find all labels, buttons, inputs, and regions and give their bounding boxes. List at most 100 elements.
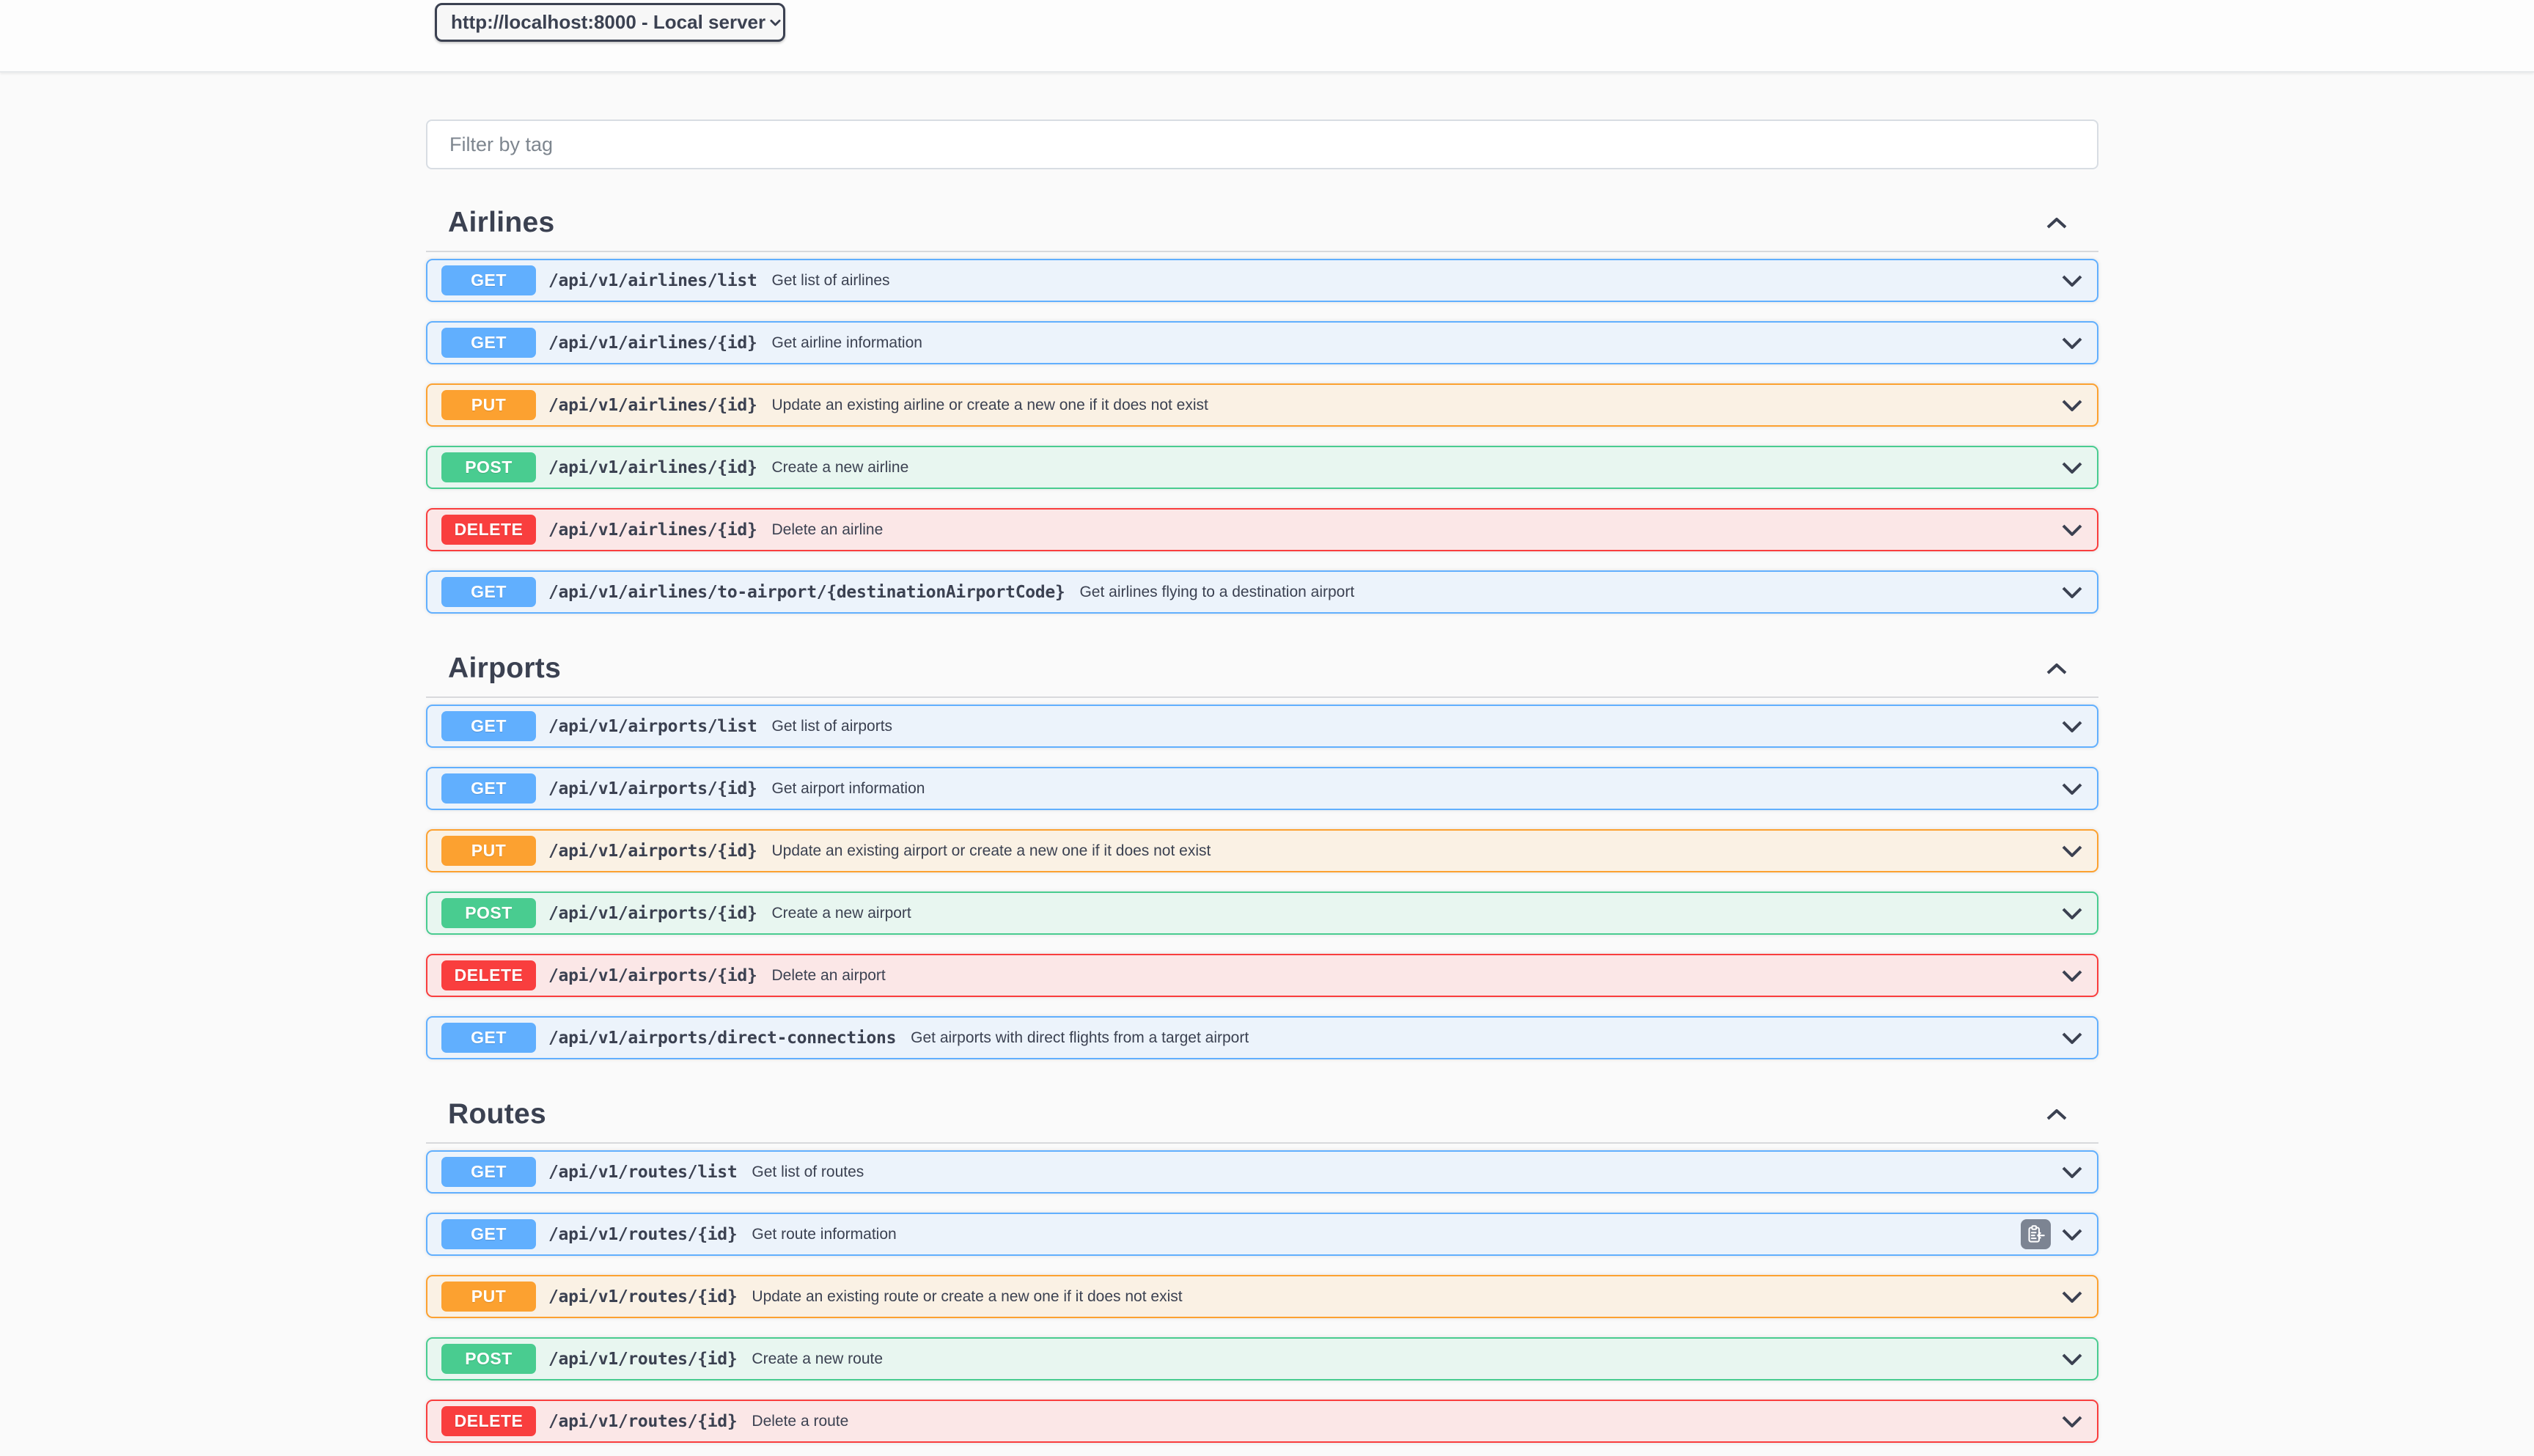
method-badge: GET [441,773,536,804]
operation-summary: Delete a route [752,1413,848,1430]
method-badge: GET [441,1023,536,1053]
operation-summary: Get airline information [772,334,922,352]
method-badge: POST [441,1344,536,1374]
operation-path: /api/v1/airlines/{id} [548,396,757,415]
operation-path: /api/v1/routes/{id} [548,1225,737,1244]
operation-path: /api/v1/airports/{id} [548,842,757,861]
operation-row[interactable]: POST /api/v1/airports/{id} Create a new … [426,891,2098,935]
method-badge: DELETE [441,515,536,545]
tag-header-routes[interactable]: Routes [426,1098,2098,1130]
operation-path: /api/v1/airlines/to-airport/{destination… [548,583,1065,602]
chevron-down-icon[interactable] [2061,460,2083,475]
operation-summary: Get list of airports [772,718,893,735]
method-badge: DELETE [441,960,536,990]
section-divider [426,1142,2098,1144]
operation-row[interactable]: GET /api/v1/airlines/to-airport/{destina… [426,570,2098,614]
operation-row[interactable]: POST /api/v1/airlines/{id} Create a new … [426,446,2098,489]
chevron-down-icon[interactable] [2061,844,2083,858]
server-select[interactable]: http://localhost:8000 - Local server [435,3,785,42]
operation-summary: Create a new route [752,1350,883,1368]
method-badge: PUT [441,390,536,420]
tag-title: Routes [448,1098,546,1130]
method-badge: GET [441,1219,536,1249]
tag-title: Airlines [448,207,554,239]
operation-summary: Get list of routes [752,1163,864,1181]
operation-row[interactable]: PUT /api/v1/airports/{id} Update an exis… [426,829,2098,872]
operations-wrapper: Airlines GET /api/v1/airlines/list Get l… [426,120,2098,1443]
chevron-down-icon[interactable] [2061,273,2083,288]
operation-row[interactable]: PUT /api/v1/airlines/{id} Update an exis… [426,383,2098,427]
chevron-down-icon[interactable] [2061,398,2083,413]
chevron-up-icon[interactable] [2046,216,2068,229]
scheme-container: http://localhost:8000 - Local server [0,0,2534,73]
operation-path: /api/v1/airports/{id} [548,904,757,923]
operation-row[interactable]: GET /api/v1/routes/list Get list of rout… [426,1150,2098,1194]
method-badge: GET [441,577,536,607]
chevron-down-icon[interactable] [2061,719,2083,734]
operation-path: /api/v1/airports/list [548,717,757,736]
method-badge: GET [441,265,536,295]
operation-path: /api/v1/routes/{id} [548,1350,737,1369]
filter-by-tag-input[interactable] [426,120,2098,169]
operation-path: /api/v1/airlines/{id} [548,334,757,353]
operation-path: /api/v1/airlines/{id} [548,521,757,540]
chevron-down-icon[interactable] [2061,782,2083,796]
operation-row[interactable]: POST /api/v1/routes/{id} Create a new ro… [426,1337,2098,1380]
chevron-down-icon [765,12,785,32]
chevron-down-icon[interactable] [2061,585,2083,600]
chevron-down-icon[interactable] [2061,523,2083,537]
operation-summary: Get route information [752,1226,896,1243]
tag-title: Airports [448,652,561,685]
operation-path: /api/v1/airports/{id} [548,779,757,798]
operation-summary: Get airport information [772,780,925,798]
operation-summary: Create a new airport [772,905,911,922]
operation-path: /api/v1/routes/{id} [548,1287,737,1306]
operation-path: /api/v1/airports/direct-connections [548,1029,896,1048]
chevron-up-icon[interactable] [2046,662,2068,675]
operation-summary: Update an existing airline or create a n… [772,397,1208,414]
operation-row[interactable]: GET /api/v1/airports/list Get list of ai… [426,705,2098,748]
section-divider [426,696,2098,698]
operation-summary: Update an existing route or create a new… [752,1288,1182,1306]
operation-row[interactable]: GET /api/v1/routes/{id} Get route inform… [426,1213,2098,1256]
operation-path: /api/v1/routes/list [548,1163,737,1182]
copy-to-clipboard-icon[interactable] [2021,1219,2051,1249]
tag-header-airlines[interactable]: Airlines [426,207,2098,239]
operation-row[interactable]: DELETE /api/v1/routes/{id} Delete a rout… [426,1400,2098,1443]
operation-summary: Create a new airline [772,459,909,477]
method-badge: POST [441,452,536,482]
operation-summary: Delete an airport [772,967,886,985]
operation-row[interactable]: DELETE /api/v1/airlines/{id} Delete an a… [426,508,2098,551]
operation-summary: Update an existing airport or create a n… [772,842,1211,860]
chevron-down-icon[interactable] [2061,906,2083,921]
operation-row[interactable]: GET /api/v1/airports/{id} Get airport in… [426,767,2098,810]
method-badge: POST [441,898,536,928]
operation-row[interactable]: DELETE /api/v1/airports/{id} Delete an a… [426,954,2098,997]
chevron-down-icon[interactable] [2061,1227,2083,1242]
operation-path: /api/v1/airlines/list [548,271,757,290]
operation-row[interactable]: GET /api/v1/airports/direct-connections … [426,1016,2098,1059]
chevron-down-icon[interactable] [2061,1352,2083,1367]
chevron-down-icon[interactable] [2061,1165,2083,1180]
operation-row[interactable]: GET /api/v1/airlines/list Get list of ai… [426,259,2098,302]
method-badge: GET [441,1157,536,1187]
operation-summary: Get airlines flying to a destination air… [1079,584,1354,601]
chevron-down-icon[interactable] [2061,1290,2083,1304]
operation-path: /api/v1/airports/{id} [548,966,757,985]
section-divider [426,251,2098,252]
chevron-down-icon[interactable] [2061,336,2083,350]
chevron-up-icon[interactable] [2046,1108,2068,1121]
method-badge: GET [441,711,536,741]
operation-path: /api/v1/routes/{id} [548,1412,737,1431]
operation-row[interactable]: GET /api/v1/airlines/{id} Get airline in… [426,321,2098,364]
chevron-down-icon[interactable] [2061,1031,2083,1045]
method-badge: PUT [441,836,536,866]
method-badge: PUT [441,1282,536,1312]
chevron-down-icon[interactable] [2061,1414,2083,1429]
operation-row[interactable]: PUT /api/v1/routes/{id} Update an existi… [426,1275,2098,1318]
chevron-down-icon[interactable] [2061,968,2083,983]
operation-summary: Get list of airlines [772,272,890,290]
method-badge: DELETE [441,1406,536,1436]
method-badge: GET [441,328,536,358]
tag-header-airports[interactable]: Airports [426,652,2098,685]
